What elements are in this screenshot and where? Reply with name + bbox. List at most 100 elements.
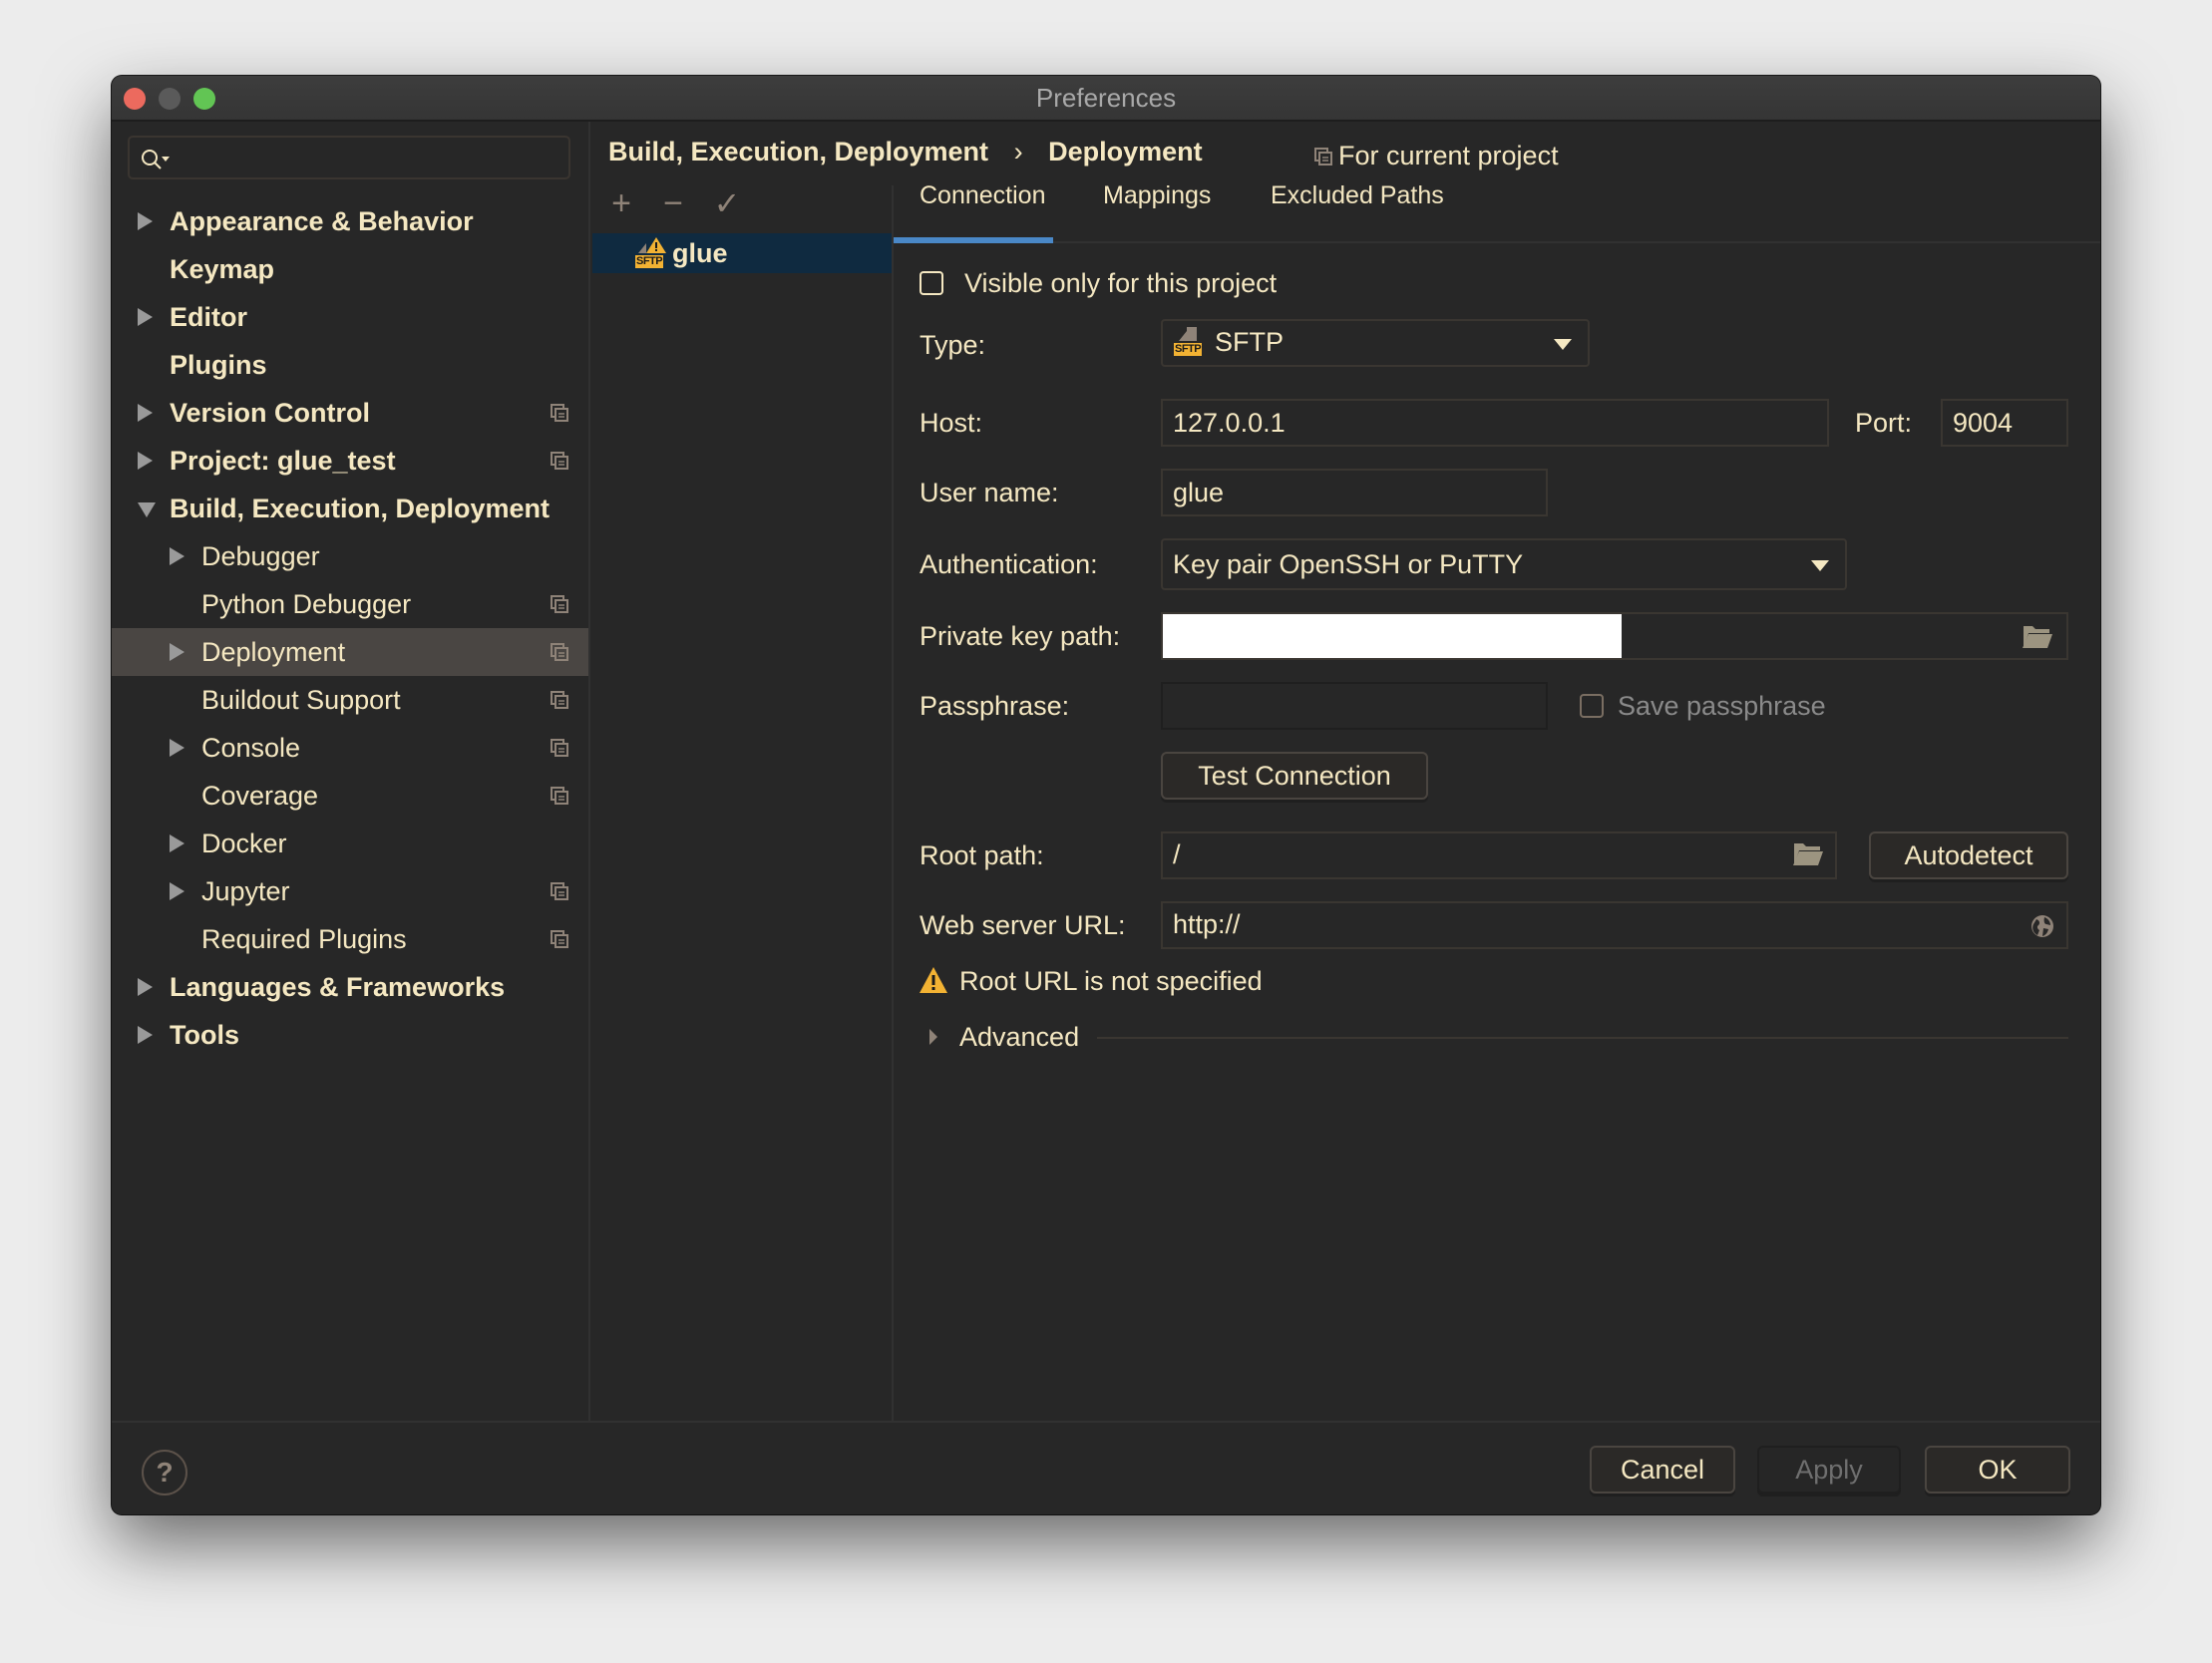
host-input[interactable] — [1161, 399, 1829, 447]
sidebar-item[interactable]: Languages & Frameworks — [112, 963, 588, 1011]
sidebar-item-label: Debugger — [201, 541, 320, 571]
preferences-window: Preferences Appearance & Behavior Keymap E… — [112, 76, 2100, 1514]
breadcrumb-separator: › — [1013, 137, 1023, 166]
chevron-right-icon[interactable] — [138, 212, 153, 230]
chevron-right-icon[interactable] — [138, 404, 153, 422]
sidebar-item[interactable]: Console — [112, 724, 588, 772]
apply-button[interactable]: Apply — [1757, 1446, 1901, 1494]
server-list-divider[interactable] — [892, 185, 894, 1422]
sidebar-item[interactable]: Plugins — [112, 341, 588, 389]
chevron-right-icon[interactable] — [138, 308, 153, 326]
cancel-button[interactable]: Cancel — [1590, 1446, 1735, 1494]
footer-divider — [112, 1421, 2100, 1423]
root-path-value: / — [1173, 839, 1181, 869]
sidebar-item[interactable]: Jupyter — [112, 867, 588, 915]
username-input[interactable] — [1161, 469, 1548, 516]
save-passphrase-checkbox[interactable] — [1580, 694, 1604, 718]
visible-only-label: Visible only for this project — [964, 268, 1278, 298]
sidebar-item[interactable]: Build, Execution, Deployment — [112, 485, 588, 532]
type-select[interactable]: SFTP SFTP — [1161, 319, 1590, 367]
search-icon — [142, 150, 170, 169]
chevron-right-icon[interactable] — [170, 643, 184, 661]
private-key-text-area[interactable] — [1163, 614, 1622, 658]
sidebar-divider[interactable] — [588, 122, 590, 1422]
open-in-browser-globe-icon[interactable] — [2030, 914, 2054, 938]
ok-button[interactable]: OK — [1925, 1446, 2070, 1494]
sidebar-item[interactable]: Project: glue_test — [112, 437, 588, 485]
sidebar-item-label: Python Debugger — [201, 589, 412, 619]
tab-strip-border — [894, 241, 2100, 243]
advanced-section-toggle[interactable]: Advanced — [959, 1017, 1079, 1057]
host-label: Host: — [920, 408, 983, 438]
authentication-select[interactable]: Key pair OpenSSH or PuTTY — [1161, 538, 1847, 590]
scope-indicator: For current project — [1314, 136, 1559, 175]
help-button[interactable]: ? — [142, 1450, 187, 1496]
sidebar-item[interactable]: Python Debugger — [112, 580, 588, 628]
chevron-right-icon[interactable] — [170, 882, 184, 900]
project-scope-icon — [551, 595, 568, 613]
chevron-down-icon — [1811, 560, 1829, 571]
tab-excluded-paths[interactable]: Excluded Paths — [1271, 175, 1444, 215]
warning-message: Root URL is not specified — [959, 966, 1263, 996]
autodetect-button[interactable]: Autodetect — [1869, 832, 2068, 879]
passphrase-input[interactable] — [1161, 682, 1548, 730]
breadcrumb-item-parent[interactable]: Build, Execution, Deployment — [608, 137, 988, 166]
port-input[interactable] — [1941, 399, 2068, 447]
active-tab-indicator — [894, 237, 1053, 243]
test-connection-button[interactable]: Test Connection — [1161, 752, 1428, 800]
sidebar-item[interactable]: Docker — [112, 820, 588, 867]
sidebar-item[interactable]: Keymap — [112, 245, 588, 293]
sidebar-item[interactable]: Debugger — [112, 532, 588, 580]
breadcrumb-item-current: Deployment — [1048, 137, 1203, 166]
project-scope-icon — [551, 930, 568, 948]
project-scope-icon — [1314, 148, 1332, 166]
sidebar-item[interactable]: Tools — [112, 1011, 588, 1059]
sidebar-item-label: Coverage — [201, 781, 319, 811]
server-list-item[interactable]: SFTP glue — [592, 233, 892, 273]
chevron-right-icon[interactable] — [138, 978, 153, 996]
sidebar-item-label: Tools — [170, 1020, 239, 1050]
username-label: User name: — [920, 478, 1059, 507]
chevron-down-icon[interactable] — [138, 502, 156, 517]
sidebar-item[interactable]: Coverage — [112, 772, 588, 820]
sidebar-item[interactable]: Editor — [112, 293, 588, 341]
project-scope-icon — [551, 643, 568, 661]
set-default-server-button[interactable]: ✓ — [710, 183, 744, 223]
root-path-input[interactable]: / — [1161, 832, 1837, 879]
tab-mappings[interactable]: Mappings — [1103, 175, 1211, 215]
sidebar-item-label: Console — [201, 733, 301, 763]
web-server-url-input[interactable]: http:// — [1161, 901, 2068, 949]
sidebar-item-label: Deployment — [201, 637, 346, 667]
server-list-toolbar: + − ✓ — [606, 183, 886, 223]
chevron-down-icon — [1554, 339, 1572, 350]
advanced-divider — [1097, 1037, 2068, 1039]
private-key-input[interactable] — [1161, 612, 2068, 660]
title-bar: Preferences — [112, 76, 2100, 122]
passphrase-label: Passphrase: — [920, 691, 1070, 721]
window-title: Preferences — [1035, 83, 1177, 113]
sidebar-item-label: Buildout Support — [201, 685, 401, 715]
sidebar-item[interactable]: Version Control — [112, 389, 588, 437]
warning-icon — [920, 967, 947, 993]
chevron-right-icon[interactable] — [138, 452, 153, 470]
private-key-label: Private key path: — [920, 621, 1121, 651]
add-server-button[interactable]: + — [606, 183, 636, 223]
chevron-right-icon[interactable] — [170, 739, 184, 757]
sidebar-item[interactable]: Appearance & Behavior — [112, 197, 588, 245]
remove-server-button[interactable]: − — [658, 183, 688, 223]
project-scope-icon — [551, 882, 568, 900]
tab-connection[interactable]: Connection — [920, 175, 1045, 215]
visible-only-checkbox[interactable] — [920, 271, 943, 295]
sidebar-item[interactable]: Required Plugins — [112, 915, 588, 963]
sidebar-item[interactable]: Buildout Support — [112, 676, 588, 724]
settings-search-input[interactable] — [128, 136, 570, 179]
authentication-label: Authentication: — [920, 549, 1098, 579]
sidebar-item-label: Plugins — [170, 350, 267, 380]
chevron-right-icon[interactable] — [138, 1026, 153, 1044]
sidebar-item[interactable]: Deployment — [112, 628, 588, 676]
advanced-expand-icon[interactable] — [929, 1029, 937, 1045]
chevron-right-icon[interactable] — [170, 834, 184, 852]
folder-icon[interactable] — [2023, 626, 2052, 648]
folder-icon[interactable] — [1793, 843, 1823, 865]
chevron-right-icon[interactable] — [170, 547, 184, 565]
